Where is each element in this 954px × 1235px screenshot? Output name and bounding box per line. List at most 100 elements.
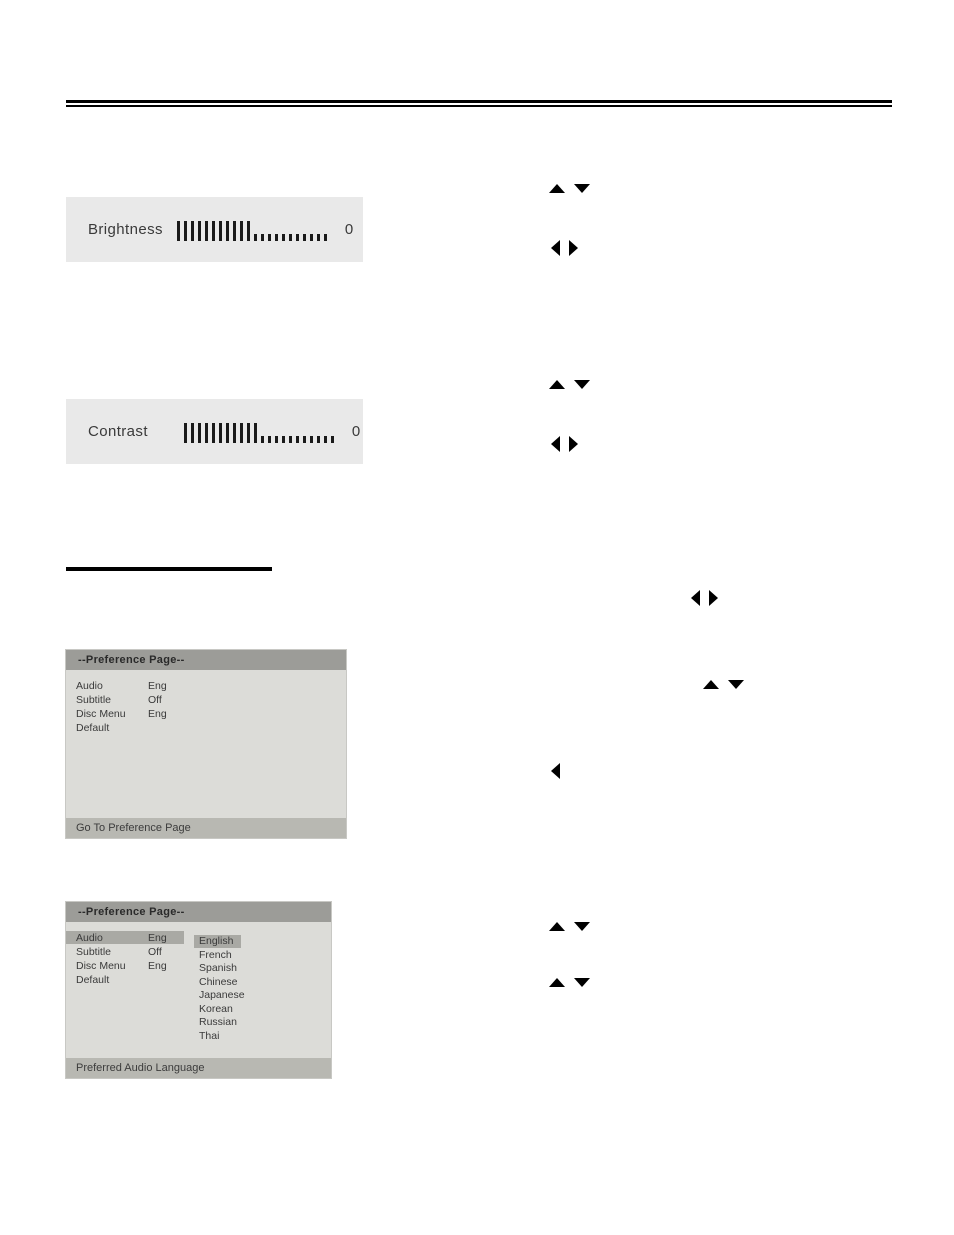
preference-row-value: Eng xyxy=(148,707,167,720)
gauge-tick-filled xyxy=(197,220,201,241)
preference-row-label: Audio xyxy=(76,931,103,944)
arrow-down-icon xyxy=(728,680,744,689)
nav-arrows-left-right xyxy=(691,590,718,606)
gauge-tick-filled xyxy=(225,422,229,443)
gauge-tick-empty xyxy=(260,435,264,443)
gauge-tick-filled xyxy=(204,220,208,241)
preference-page-panel: --Preference Page-- Audio Eng Subtitle Off D… xyxy=(66,650,346,838)
preference-row-label: Disc Menu xyxy=(76,959,126,972)
gauge-tick-filled xyxy=(232,422,236,443)
arrow-up-icon xyxy=(703,680,719,689)
arrow-left-icon xyxy=(691,590,700,606)
preference-setting-list: Audio Eng Subtitle Off Disc Menu Eng Default xyxy=(66,931,184,1058)
gauge-tick-empty xyxy=(288,233,292,241)
audio-language-option[interactable]: Thai xyxy=(194,1030,227,1043)
gauge-tick-filled xyxy=(183,220,187,241)
arrow-up-icon xyxy=(549,380,565,389)
gauge-tick-filled xyxy=(211,220,215,241)
arrow-down-icon xyxy=(574,922,590,931)
gauge-tick-empty xyxy=(281,233,285,241)
divider-thin-line xyxy=(66,105,892,107)
section-divider xyxy=(66,567,272,571)
arrow-left-icon xyxy=(551,763,560,779)
arrow-right-icon xyxy=(709,590,718,606)
preference-page-footer: Preferred Audio Language xyxy=(66,1058,331,1078)
gauge-tick-filled xyxy=(197,422,201,443)
preference-row-value: Eng xyxy=(148,959,167,972)
gauge-tick-empty xyxy=(253,233,257,241)
gauge-tick-empty xyxy=(302,233,306,241)
gauge-tick-empty xyxy=(274,435,278,443)
gauge-tick-empty xyxy=(309,435,313,443)
contrast-row: Contrast 0 xyxy=(66,399,363,464)
arrow-left-icon xyxy=(551,436,560,452)
gauge-tick-empty xyxy=(288,435,292,443)
brightness-value: 0 xyxy=(344,221,354,238)
preference-row-label: Default xyxy=(76,721,110,734)
preference-row-label: Default xyxy=(76,973,110,986)
preference-row[interactable]: Disc Menu Eng xyxy=(66,959,184,972)
gauge-tick-filled xyxy=(183,422,187,443)
audio-language-row: Japanese xyxy=(194,985,253,1001)
gauge-tick-empty xyxy=(309,233,313,241)
arrow-down-icon xyxy=(574,184,590,193)
gauge-tick-empty xyxy=(267,435,271,443)
contrast-osd-box: Contrast 0 xyxy=(66,399,363,464)
gauge-tick-empty xyxy=(274,233,278,241)
preference-row[interactable]: Subtitle Off xyxy=(66,693,184,706)
gauge-tick-empty xyxy=(295,435,299,443)
gauge-tick-filled xyxy=(211,422,215,443)
brightness-row: Brightness 0 xyxy=(66,197,363,262)
nav-arrows-up-down xyxy=(549,922,590,931)
gauge-tick-filled xyxy=(239,422,243,443)
arrow-right-icon xyxy=(569,240,578,256)
preference-row-value: Off xyxy=(148,693,162,706)
nav-arrow-left xyxy=(551,763,560,779)
gauge-tick-empty xyxy=(260,233,264,241)
audio-language-row: Spanish xyxy=(194,958,253,974)
gauge-tick-empty xyxy=(330,435,334,443)
preference-page-panel-audio: --Preference Page-- Audio Eng Subtitle Off D… xyxy=(66,902,331,1078)
preference-row[interactable]: Default xyxy=(66,721,184,734)
preference-row-label: Disc Menu xyxy=(76,707,126,720)
gauge-tick-empty xyxy=(302,435,306,443)
gauge-tick-filled xyxy=(246,220,250,241)
arrow-up-icon xyxy=(549,978,565,987)
nav-arrows-left-right xyxy=(551,436,578,452)
preference-row[interactable]: Audio Eng xyxy=(66,931,184,944)
gauge-tick-empty xyxy=(295,233,299,241)
audio-language-row: Chinese xyxy=(194,972,253,988)
preference-row[interactable]: Default xyxy=(66,973,184,986)
gauge-tick-empty xyxy=(267,233,271,241)
preference-row-value: Off xyxy=(148,945,162,958)
preference-setting-list: Audio Eng Subtitle Off Disc Menu Eng Default xyxy=(66,679,184,818)
preference-row-label: Subtitle xyxy=(76,945,112,958)
gauge-tick-filled xyxy=(225,220,229,241)
preference-row[interactable]: Audio Eng xyxy=(66,679,184,692)
gauge-tick-filled xyxy=(218,422,222,443)
brightness-label: Brightness xyxy=(88,221,163,238)
preference-page-title: --Preference Page-- xyxy=(66,650,346,670)
gauge-tick-empty xyxy=(323,233,327,241)
preference-row[interactable]: Disc Menu Eng xyxy=(66,707,184,720)
gauge-tick-empty xyxy=(281,435,285,443)
nav-arrows-up-down xyxy=(549,380,590,389)
arrow-left-icon xyxy=(551,240,560,256)
nav-arrows-up-down xyxy=(703,680,744,689)
gauge-tick-empty xyxy=(323,435,327,443)
gauge-tick-filled xyxy=(176,220,180,241)
preference-row-value: Eng xyxy=(148,679,167,692)
preference-page-footer: Go To Preference Page xyxy=(66,818,346,838)
preference-row[interactable]: Subtitle Off xyxy=(66,945,184,958)
brightness-osd-box: Brightness 0 xyxy=(66,197,363,262)
brightness-gauge[interactable] xyxy=(176,219,331,241)
preference-row-label: Audio xyxy=(76,679,103,692)
contrast-gauge[interactable] xyxy=(183,421,338,443)
preference-page-body: Audio Eng Subtitle Off Disc Menu Eng Default xyxy=(66,670,346,818)
gauge-tick-empty xyxy=(316,435,320,443)
gauge-tick-filled xyxy=(239,220,243,241)
audio-language-row: Russian xyxy=(194,1012,253,1028)
audio-language-list: English French Spanish Chinese Japanese Korea… xyxy=(194,931,253,1058)
arrow-down-icon xyxy=(574,978,590,987)
gauge-tick-filled xyxy=(246,422,250,443)
